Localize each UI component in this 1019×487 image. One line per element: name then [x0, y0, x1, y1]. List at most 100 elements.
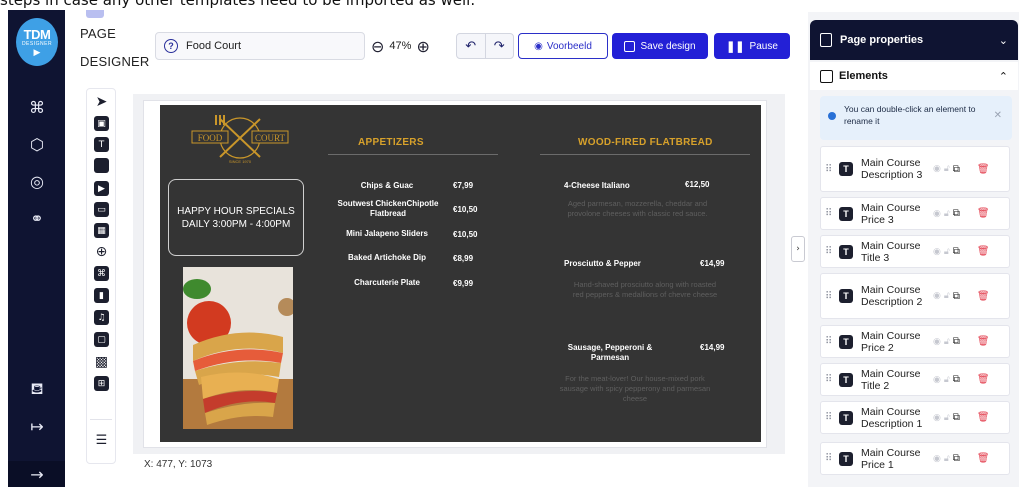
element-label[interactable]: Main Course Description 1 — [861, 406, 933, 430]
visibility-icon[interactable]: ◉ — [933, 247, 941, 257]
duplicate-icon[interactable]: ⧉ — [953, 208, 960, 219]
image-tool-icon[interactable]: ▣ — [94, 116, 109, 131]
duplicate-icon[interactable]: ⧉ — [953, 336, 960, 347]
qr-tool-icon[interactable]: ⌘ — [94, 266, 109, 281]
lock-icon[interactable]: 🔓︎ — [944, 337, 950, 347]
drag-handle-icon[interactable]: ⠿ — [825, 374, 835, 385]
design-name-input[interactable] — [186, 40, 346, 52]
select-pointer-icon[interactable]: ➤ — [94, 94, 109, 110]
sandwich-photo[interactable] — [183, 267, 293, 429]
notifications-icon[interactable]: ⛾ — [24, 378, 50, 400]
logout-icon[interactable]: ↦ — [24, 415, 50, 437]
drag-handle-icon[interactable]: ⠿ — [825, 208, 835, 219]
element-label[interactable]: Main Course Price 1 — [861, 447, 933, 471]
close-icon[interactable]: ✕ — [994, 110, 1002, 122]
web-tool-icon[interactable]: ⊕ — [94, 244, 109, 260]
flatbread-item-price[interactable]: €14,99 — [700, 343, 724, 352]
cube-icon[interactable]: ⬡ — [24, 133, 50, 155]
element-row[interactable]: ⠿ T Main Course Price 3 ◉ 🔓︎ ⧉ 🗑︎ — [820, 197, 1010, 230]
element-row[interactable]: ⠿ T Main Course Title 3 ◉ 🔓︎ ⧉ 🗑︎ — [820, 235, 1010, 268]
appetizer-item-price[interactable]: €9,99 — [453, 279, 473, 288]
panel-collapse-handle[interactable]: › — [791, 236, 805, 262]
flatbread-item-price[interactable]: €14,99 — [700, 259, 724, 268]
lock-icon[interactable]: 🔓︎ — [944, 291, 950, 301]
duplicate-icon[interactable]: ⧉ — [953, 374, 960, 385]
audio-tool-icon[interactable]: ♫ — [94, 310, 109, 325]
delete-icon[interactable]: 🗑︎ — [977, 374, 990, 385]
lock-icon[interactable]: 🔓︎ — [944, 454, 950, 464]
zoom-in-icon[interactable]: ⊕ — [416, 37, 429, 56]
duplicate-icon[interactable]: ⧉ — [953, 246, 960, 257]
appetizer-item-price[interactable]: €10,50 — [453, 205, 477, 214]
visibility-icon[interactable]: ◉ — [933, 164, 941, 174]
element-row[interactable]: ⠿ T Main Course Price 2 ◉ 🔓︎ ⧉ 🗑︎ — [820, 325, 1010, 358]
lock-icon[interactable]: 🔓︎ — [944, 375, 950, 385]
appetizer-item-name[interactable]: Mini Jalapeno Sliders — [332, 229, 442, 239]
lock-icon[interactable]: 🔓︎ — [944, 413, 950, 423]
element-row[interactable]: ⠿ T Main Course Price 1 ◉ 🔓︎ ⧉ 🗑︎ — [820, 442, 1010, 475]
element-row[interactable]: ⠿ T Main Course Description 2 ◉ 🔓︎ ⧉ 🗑︎ — [820, 273, 1010, 319]
drag-handle-icon[interactable]: ⠿ — [825, 453, 835, 464]
food-court-logo[interactable]: FOOD COURT SINCE 1970 — [190, 111, 290, 166]
delete-icon[interactable]: 🗑︎ — [977, 336, 990, 347]
lock-icon[interactable]: 🔓︎ — [944, 247, 950, 257]
element-label[interactable]: Main Course Title 3 — [861, 240, 933, 264]
appetizer-item-name[interactable]: Chips & Guac — [332, 181, 442, 191]
chevron-down-icon[interactable]: ⌄ — [999, 34, 1008, 47]
lock-icon[interactable]: 🔓︎ — [944, 164, 950, 174]
zoom-out-icon[interactable]: ⊖ — [371, 37, 384, 56]
element-label[interactable]: Main Course Description 2 — [861, 284, 933, 308]
undo-icon[interactable]: ↶ — [457, 34, 486, 58]
apps-grid-icon[interactable]: ⌘ — [24, 96, 50, 118]
shape-tool-icon[interactable] — [94, 158, 109, 173]
drag-handle-icon[interactable]: ⠿ — [825, 412, 835, 423]
text-tool-icon[interactable]: T — [94, 137, 109, 152]
layer-settings-icon[interactable]: ☰ — [94, 433, 109, 448]
menu-board-canvas[interactable]: FOOD COURT SINCE 1970 HAPPY HOUR SPECIAL… — [160, 105, 761, 442]
drag-handle-icon[interactable]: ⠿ — [825, 246, 835, 257]
flatbread-item-desc[interactable]: For the meat-lover! Our house-mixed pork… — [550, 374, 720, 404]
page-properties-header[interactable]: Page properties ⌄ — [810, 20, 1018, 60]
elements-section-header[interactable]: Elements ⌃ — [810, 62, 1018, 90]
flatbread-item-name[interactable]: Prosciutto & Pepper — [564, 259, 674, 269]
save-design-button[interactable]: Save design — [612, 33, 708, 59]
redo-icon[interactable]: ↷ — [486, 34, 514, 58]
element-row[interactable]: ⠿ T Main Course Description 3 ◉ 🔓︎ ⧉ 🗑︎ — [820, 146, 1010, 192]
appetizer-item-name[interactable]: Baked Artichoke Dip — [332, 253, 442, 263]
delete-icon[interactable]: 🗑︎ — [977, 412, 990, 423]
element-label[interactable]: Main Course Description 3 — [861, 157, 933, 181]
appetizers-heading[interactable]: APPETIZERS — [358, 137, 424, 148]
video-tool-icon[interactable]: ▶ — [94, 181, 109, 196]
flatbread-item-desc[interactable]: Aged parmesan, mozzerella, cheddar and p… — [555, 199, 720, 219]
visibility-icon[interactable]: ◉ — [933, 375, 941, 385]
duplicate-icon[interactable]: ⧉ — [953, 164, 960, 175]
pause-button[interactable]: ❚❚ Pause — [714, 33, 790, 59]
sources-icon[interactable]: ⚭ — [24, 207, 50, 229]
flatbread-item-desc[interactable]: Hand-shaved prosciutto along with roaste… — [570, 280, 720, 300]
visibility-icon[interactable]: ◉ — [933, 209, 941, 219]
appetizer-item-price[interactable]: €8,99 — [453, 254, 473, 263]
element-row[interactable]: ⠿ T Main Course Description 1 ◉ 🔓︎ ⧉ 🗑︎ — [820, 401, 1010, 434]
visibility-icon[interactable]: ◉ — [933, 337, 941, 347]
drag-handle-icon[interactable]: ⠿ — [825, 336, 835, 347]
calendar-tool-icon[interactable]: ▦ — [94, 223, 109, 238]
tdm-designer-logo[interactable]: TDM DESIGNER ▶ — [16, 18, 58, 66]
ticker-tool-icon[interactable]: ▭ — [94, 202, 109, 217]
drag-handle-icon[interactable]: ⠿ — [825, 291, 835, 302]
visibility-icon[interactable]: ◉ — [933, 291, 941, 301]
appetizer-item-price[interactable]: €7,99 — [453, 181, 473, 190]
appetizer-item-price[interactable]: €10,50 — [453, 230, 477, 239]
visibility-icon[interactable]: ◉ — [933, 454, 941, 464]
duplicate-icon[interactable]: ⧉ — [953, 291, 960, 302]
visibility-icon[interactable]: ◉ — [933, 413, 941, 423]
palette-icon[interactable]: ◎ — [24, 170, 50, 192]
delete-icon[interactable]: 🗑︎ — [977, 291, 990, 302]
flatbread-heading[interactable]: WOOD-FIRED FLATBREAD — [578, 137, 713, 148]
collapse-tab-marker[interactable] — [86, 10, 104, 18]
drag-handle-icon[interactable]: ⠿ — [825, 164, 835, 175]
duplicate-icon[interactable]: ⧉ — [953, 412, 960, 423]
delete-icon[interactable]: 🗑︎ — [977, 208, 990, 219]
chart-tool-icon[interactable]: ▮ — [94, 288, 109, 303]
grid-tool-icon[interactable]: ▩ — [94, 354, 109, 370]
lock-icon[interactable]: 🔓︎ — [944, 209, 950, 219]
